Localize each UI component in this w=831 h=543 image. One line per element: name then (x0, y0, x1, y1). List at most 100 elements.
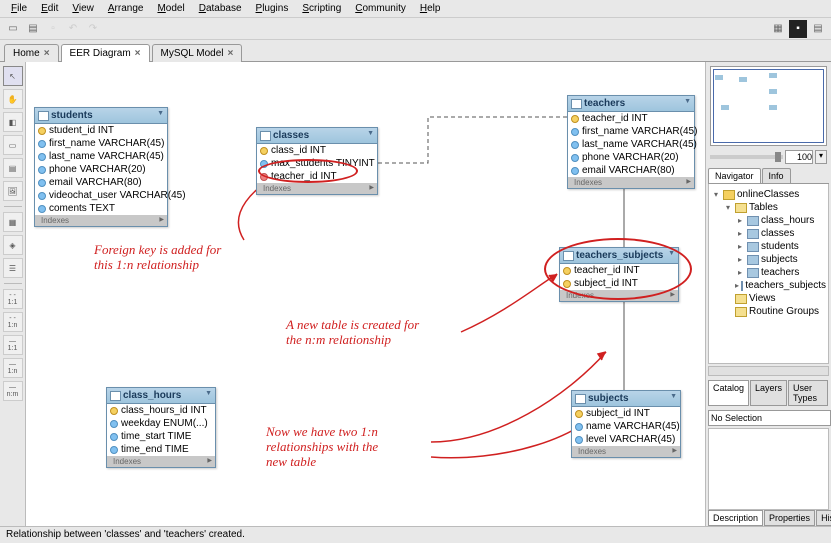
menu-community[interactable]: Community (348, 1, 413, 16)
entity-header[interactable]: classes (257, 128, 377, 144)
menu-file[interactable]: File (4, 1, 34, 16)
indexes-row[interactable]: Indexes (35, 215, 167, 226)
entity-teachers[interactable]: teachers teacher_id INT first_name VARCH… (567, 95, 695, 189)
document-tabs: Home× EER Diagram× MySQL Model× (0, 40, 831, 62)
image-tool[interactable]: 🖼 (3, 181, 23, 201)
column: student_id INT (35, 124, 167, 137)
save-button[interactable]: ▫ (44, 20, 62, 38)
zoom-slider[interactable] (710, 155, 783, 159)
entity-students[interactable]: students student_id INT first_name VARCH… (34, 107, 168, 227)
column: videochat_user VARCHAR(45) (35, 189, 167, 202)
column: phone VARCHAR(20) (568, 151, 694, 164)
entity-header[interactable]: class_hours (107, 388, 215, 404)
entity-header[interactable]: teachers (568, 96, 694, 112)
entity-header[interactable]: subjects (572, 391, 680, 407)
tab-layers[interactable]: Layers (750, 380, 787, 406)
column: time_start TIME (107, 430, 215, 443)
column: phone VARCHAR(20) (35, 163, 167, 176)
rel-1-n-nonid-tool[interactable]: - -1:n (3, 312, 23, 332)
indexes-row[interactable]: Indexes (572, 446, 680, 457)
indexes-row[interactable]: Indexes (568, 177, 694, 188)
layer-tool[interactable]: ▭ (3, 135, 23, 155)
entity-header[interactable]: students (35, 108, 167, 124)
menu-edit[interactable]: Edit (34, 1, 65, 16)
entity-subjects[interactable]: subjects subject_id INT name VARCHAR(45)… (571, 390, 681, 458)
note-tool[interactable]: ▤ (3, 158, 23, 178)
indexes-row[interactable]: Indexes (257, 183, 377, 194)
column: subject_id INT (572, 407, 680, 420)
column: class_hours_id INT (107, 404, 215, 417)
menu-database[interactable]: Database (192, 1, 249, 16)
status-bar: Relationship between 'classes' and 'teac… (0, 526, 831, 543)
new-file-button[interactable]: ▭ (4, 20, 22, 38)
rel-n-m-tool[interactable]: —n:m (3, 381, 23, 401)
tree-scrollbar[interactable] (708, 366, 829, 376)
view-tool[interactable]: ◈ (3, 235, 23, 255)
menu-scripting[interactable]: Scripting (295, 1, 348, 16)
rel-1-1-nonid-tool[interactable]: - -1:1 (3, 289, 23, 309)
column: last_name VARCHAR(45) (568, 138, 694, 151)
column: coments TEXT (35, 202, 167, 215)
indexes-row[interactable]: Indexes (107, 456, 215, 467)
tab-mysql-model[interactable]: MySQL Model× (152, 44, 243, 62)
close-icon[interactable]: × (228, 48, 234, 59)
tab-catalog[interactable]: Catalog (708, 380, 749, 406)
hand-tool[interactable]: ✋ (3, 89, 23, 109)
annotation: A new table is created for the n:m relat… (286, 317, 419, 347)
output-button[interactable]: ▪ (789, 20, 807, 38)
minimap[interactable] (710, 66, 827, 146)
left-tool-palette: ↖ ✋ ◧ ▭ ▤ 🖼 ▦ ◈ ☰ - -1:1 - -1:n —1:1 —1:… (0, 62, 26, 526)
column: first_name VARCHAR(45) (35, 137, 167, 150)
grid-button[interactable]: ▦ (769, 20, 787, 38)
tab-history[interactable]: History (816, 510, 831, 526)
zoom-dropdown[interactable]: ▾ (815, 150, 827, 164)
menu-view[interactable]: View (65, 1, 101, 16)
annotation: Foreign key is added for this 1:n relati… (94, 242, 221, 272)
highlight-ring (258, 159, 358, 183)
menu-arrange[interactable]: Arrange (101, 1, 151, 16)
column: class_id INT (257, 144, 377, 157)
highlight-ring (544, 238, 692, 300)
close-icon[interactable]: × (44, 48, 50, 59)
column: weekday ENUM(...) (107, 417, 215, 430)
column: time_end TIME (107, 443, 215, 456)
eraser-tool[interactable]: ◧ (3, 112, 23, 132)
routine-tool[interactable]: ☰ (3, 258, 23, 278)
entity-class-hours[interactable]: class_hours class_hours_id INT weekday E… (106, 387, 216, 468)
tab-info[interactable]: Info (762, 168, 791, 183)
pointer-tool[interactable]: ↖ (3, 66, 23, 86)
tab-home[interactable]: Home× (4, 44, 59, 62)
menubar: File Edit View Arrange Model Database Pl… (0, 0, 831, 18)
schema-tree[interactable]: ▾onlineClasses ▾Tables ▸class_hours ▸cla… (708, 184, 829, 364)
zoom-input[interactable] (785, 150, 813, 164)
panel-button[interactable]: ▤ (809, 20, 827, 38)
rel-1-1-id-tool[interactable]: —1:1 (3, 335, 23, 355)
tab-eer-diagram[interactable]: EER Diagram× (61, 44, 150, 62)
properties-area (708, 428, 829, 510)
diagram-canvas[interactable]: students student_id INT first_name VARCH… (26, 62, 705, 526)
undo-button[interactable]: ↶ (64, 20, 82, 38)
open-file-button[interactable]: ▤ (24, 20, 42, 38)
column: email VARCHAR(80) (35, 176, 167, 189)
column: name VARCHAR(45) (572, 420, 680, 433)
column: teacher_id INT (568, 112, 694, 125)
column: level VARCHAR(45) (572, 433, 680, 446)
top-toolbar: ▭ ▤ ▫ ↶ ↷ ▦ ▪ ▤ (0, 18, 831, 40)
column: first_name VARCHAR(45) (568, 125, 694, 138)
selection-combo[interactable] (708, 410, 831, 426)
rel-1-n-id-tool[interactable]: —1:n (3, 358, 23, 378)
table-tool[interactable]: ▦ (3, 212, 23, 232)
right-panel: ▾ Navigator Info ▾onlineClasses ▾Tables … (705, 62, 831, 526)
column: last_name VARCHAR(45) (35, 150, 167, 163)
annotation: Now we have two 1:n relationships with t… (266, 424, 378, 469)
close-icon[interactable]: × (135, 48, 141, 59)
column: email VARCHAR(80) (568, 164, 694, 177)
menu-help[interactable]: Help (413, 1, 448, 16)
menu-model[interactable]: Model (150, 1, 191, 16)
redo-button[interactable]: ↷ (84, 20, 102, 38)
tab-navigator[interactable]: Navigator (708, 168, 761, 183)
tab-description[interactable]: Description (708, 510, 763, 526)
menu-plugins[interactable]: Plugins (249, 1, 296, 16)
tab-properties[interactable]: Properties (764, 510, 815, 526)
tab-user-types[interactable]: User Types (788, 380, 828, 406)
